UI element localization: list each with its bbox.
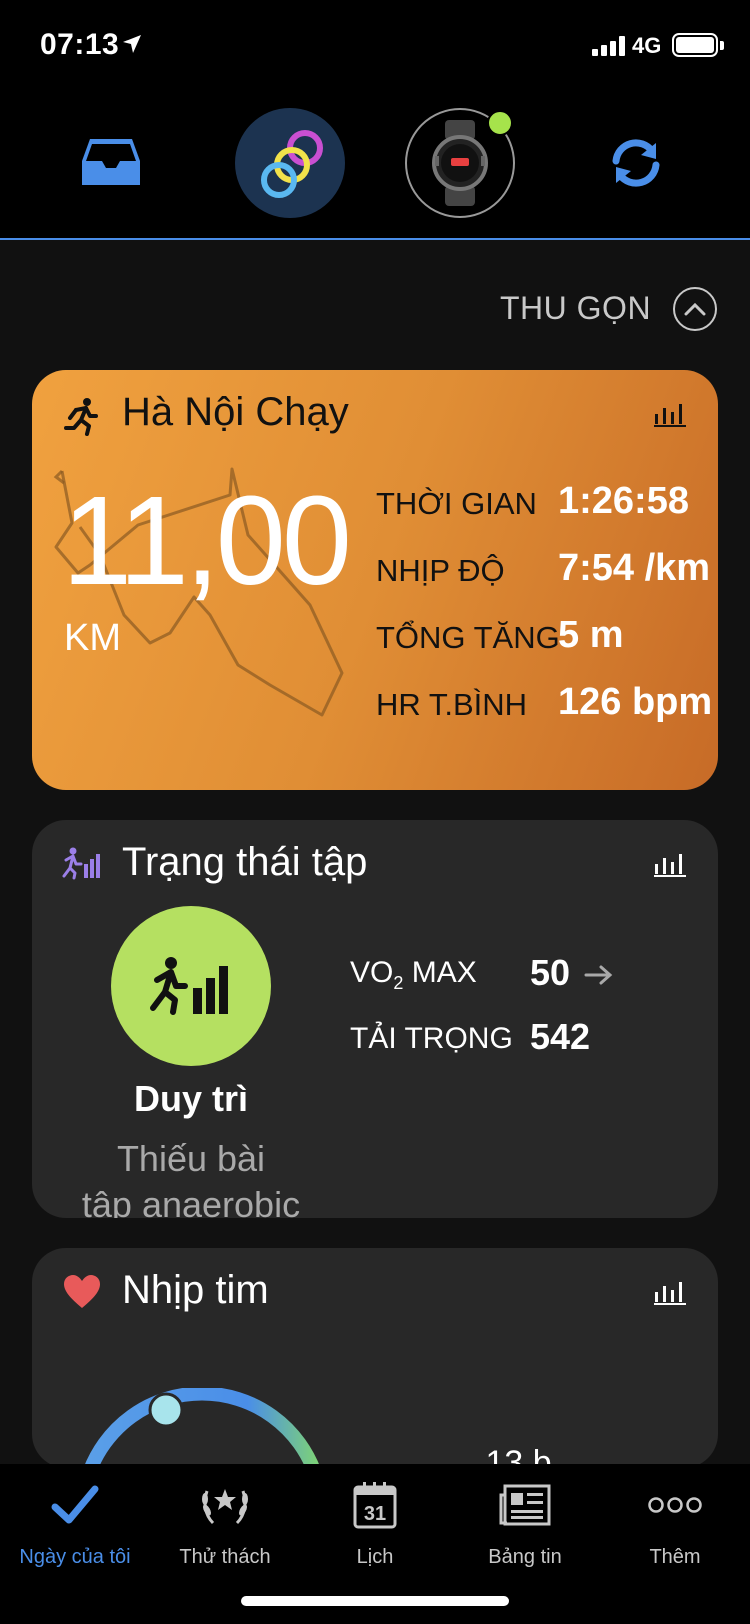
calendar-icon: 31 (353, 1482, 397, 1529)
calendar-day: 31 (364, 1503, 386, 1525)
device-connected-indicator (487, 110, 513, 136)
tab-more[interactable]: Thêm (600, 1464, 750, 1574)
training-status-name: Duy trì (133, 1078, 248, 1119)
vo2max-value: 50 (530, 952, 614, 994)
network-type: 4G (632, 33, 662, 58)
stat-label-avg-hr: HR T.BÌNH (376, 687, 528, 722)
load-value: 542 (530, 1016, 591, 1057)
newsfeed-icon (499, 1484, 551, 1526)
tab-label: Bảng tin (488, 1546, 562, 1568)
arrow-right-icon (584, 965, 613, 985)
heart-rate-gauge (83, 1388, 321, 1468)
collapse-label[interactable]: THU GỌN (500, 290, 651, 327)
bar-chart-icon[interactable] (654, 402, 686, 428)
home-indicator (241, 1596, 509, 1606)
checkmark-icon (51, 1485, 99, 1524)
tab-label: Thử thách (179, 1546, 271, 1568)
vo2max-label: VO2 MAX (350, 956, 477, 993)
status-bar: 07:13 4G (0, 0, 750, 92)
training-status-badge (111, 906, 271, 1066)
description-line-1: Thiếu bài (116, 1138, 266, 1179)
running-icon (64, 398, 98, 436)
maintaining-icon (150, 957, 228, 1015)
training-status-description: Thiếu bài tập anaerobic (32, 1136, 350, 1218)
location-arrow-icon (123, 35, 141, 53)
more-icon (648, 1497, 702, 1513)
tab-my-day[interactable]: Ngày của tôi (0, 1464, 150, 1574)
cellular-signal-icon (592, 36, 625, 56)
bar-chart-icon[interactable] (654, 1280, 686, 1306)
heart-rate-card[interactable]: Nhịp tim … 13 b (32, 1248, 718, 1468)
stat-value-time: 1:26:58 (558, 480, 689, 522)
stat-label-pace: NHỊP ĐỘ (376, 553, 505, 588)
status-time: 07:13 (40, 28, 120, 61)
tab-challenges[interactable]: Thử thách (150, 1464, 300, 1574)
inbox-icon[interactable] (80, 135, 142, 189)
heart-rate-title: Nhịp tim (122, 1268, 269, 1312)
tab-label: Thêm (649, 1546, 701, 1568)
top-nav (0, 92, 750, 240)
stat-label-time: THỜI GIAN (376, 486, 537, 521)
load-label: TẢI TRỌNG (350, 1022, 513, 1055)
stat-value-pace: 7:54 /km (558, 547, 711, 589)
tab-newsfeed[interactable]: Bảng tin (450, 1464, 600, 1574)
activity-title: Hà Nội Chạy (122, 390, 349, 434)
heart-icon (64, 1275, 100, 1308)
connect-iq-button[interactable] (235, 108, 345, 218)
sync-icon[interactable] (606, 135, 666, 191)
bar-chart-icon[interactable] (654, 852, 686, 878)
distance-value: 11,00 (62, 470, 352, 611)
watch-icon (432, 120, 488, 206)
distance-unit: KM (64, 617, 121, 659)
connect-rings-icon (261, 130, 323, 198)
battery-tip (720, 41, 724, 50)
training-status-icon (62, 847, 100, 880)
chevron-up-icon (684, 302, 706, 316)
collapse-button[interactable] (673, 287, 717, 331)
laurel-icon (202, 1489, 248, 1525)
battery-icon (672, 33, 718, 57)
stat-value-ascent: 5 m (558, 614, 624, 656)
training-status-card[interactable]: Trạng thái tập Duy trì Thiếu bài tập ana… (32, 820, 718, 1218)
tab-label: Lịch (356, 1546, 394, 1568)
stat-value-avg-hr: 126 bpm (558, 681, 713, 723)
stat-label-ascent: TỔNG TĂNG (376, 620, 560, 655)
description-line-2: tập anaerobic (81, 1184, 301, 1218)
training-status-title: Trạng thái tập (122, 840, 368, 884)
activity-card[interactable]: Hà Nội Chạy 11,00 KM THỜI GIAN 1:26:58 N… (32, 370, 718, 790)
tab-label: Ngày của tôi (19, 1546, 131, 1568)
tab-calendar[interactable]: 31 Lịch (300, 1464, 450, 1574)
